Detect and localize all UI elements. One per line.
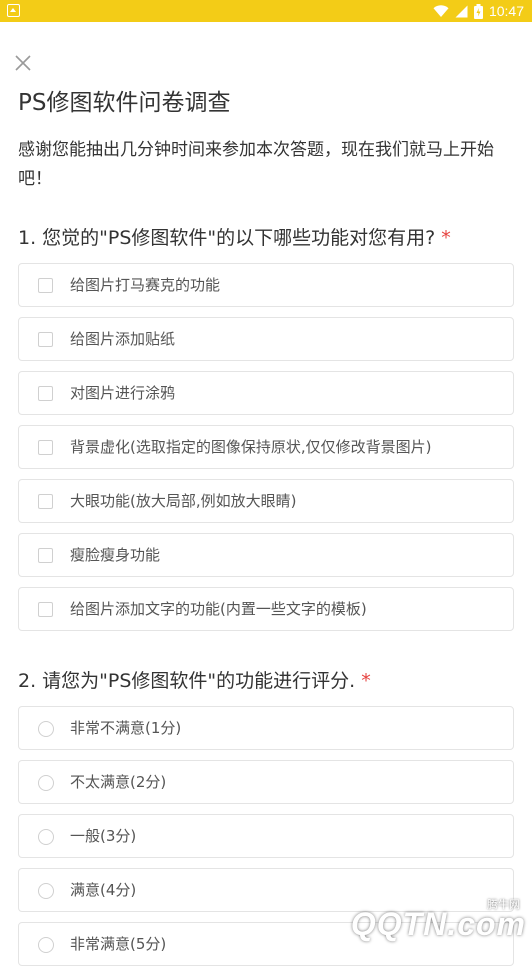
watermark-logo: QQTN.com: [350, 906, 526, 942]
option-label: 对图片进行涂鸦: [70, 384, 176, 402]
option-label: 非常不满意(1分): [70, 719, 182, 737]
option-label: 给图片添加文字的功能(内置一些文字的模板): [70, 600, 367, 618]
question-1-text: 1. 您觉的"PS修图软件"的以下哪些功能对您有用?: [18, 227, 436, 249]
checkbox[interactable]: [38, 386, 53, 401]
question-2-option-3[interactable]: 一般(3分): [18, 814, 514, 858]
signal-icon: [455, 5, 468, 17]
status-time: 10:47: [488, 3, 524, 19]
checkbox[interactable]: [38, 602, 53, 617]
checkbox[interactable]: [38, 440, 53, 455]
question-2-text: 2. 请您为"PS修图软件"的功能进行评分.: [18, 670, 356, 692]
page-title: PS修图软件问卷调查: [18, 90, 231, 116]
question-2-title: 2. 请您为"PS修图软件"的功能进行评分. *: [18, 666, 371, 693]
option-label: 给图片添加贴纸: [70, 330, 176, 348]
question-1-option-4[interactable]: 背景虚化(选取指定的图像保持原状,仅仅修改背景图片): [18, 425, 514, 469]
option-label: 瘦脸瘦身功能: [70, 546, 161, 564]
option-label: 满意(4分): [70, 881, 137, 899]
status-bar: 10:47: [0, 0, 532, 22]
option-label: 一般(3分): [70, 827, 137, 845]
radio-button[interactable]: [38, 829, 54, 845]
checkbox[interactable]: [38, 494, 53, 509]
question-1-option-6[interactable]: 瘦脸瘦身功能: [18, 533, 514, 577]
option-label: 大眼功能(放大局部,例如放大眼睛): [70, 492, 297, 510]
radio-button[interactable]: [38, 775, 54, 791]
app-notification-icon: [7, 4, 20, 17]
survey-intro: 感谢您能抽出几分钟时间来参加本次答题，现在我们就马上开始吧！: [18, 140, 494, 189]
required-mark: *: [441, 227, 451, 249]
question-1-title: 1. 您觉的"PS修图软件"的以下哪些功能对您有用? *: [18, 223, 451, 250]
question-1-option-2[interactable]: 给图片添加贴纸: [18, 317, 514, 361]
question-1-option-1[interactable]: 给图片打马赛克的功能: [18, 263, 514, 307]
close-button[interactable]: [12, 52, 34, 74]
close-icon: [15, 55, 31, 71]
wifi-icon: [433, 4, 449, 17]
radio-button[interactable]: [38, 721, 54, 737]
radio-button[interactable]: [38, 937, 54, 953]
checkbox[interactable]: [38, 278, 53, 293]
required-mark: *: [361, 670, 371, 692]
question-1-option-3[interactable]: 对图片进行涂鸦: [18, 371, 514, 415]
option-label: 非常满意(5分): [70, 935, 167, 953]
question-1-option-7[interactable]: 给图片添加文字的功能(内置一些文字的模板): [18, 587, 514, 631]
option-label: 给图片打马赛克的功能: [70, 276, 221, 294]
checkbox[interactable]: [38, 332, 53, 347]
question-2-option-1[interactable]: 非常不满意(1分): [18, 706, 514, 750]
battery-icon: [473, 3, 483, 19]
option-label: 背景虚化(选取指定的图像保持原状,仅仅修改背景图片): [70, 438, 432, 456]
radio-button[interactable]: [38, 883, 54, 899]
question-2-option-2[interactable]: 不太满意(2分): [18, 760, 514, 804]
option-label: 不太满意(2分): [70, 773, 167, 791]
watermark: 腾牛网 QQTN.com: [326, 896, 526, 942]
question-1-option-5[interactable]: 大眼功能(放大局部,例如放大眼睛): [18, 479, 514, 523]
status-icons: 10:47: [433, 2, 524, 20]
checkbox[interactable]: [38, 548, 53, 563]
